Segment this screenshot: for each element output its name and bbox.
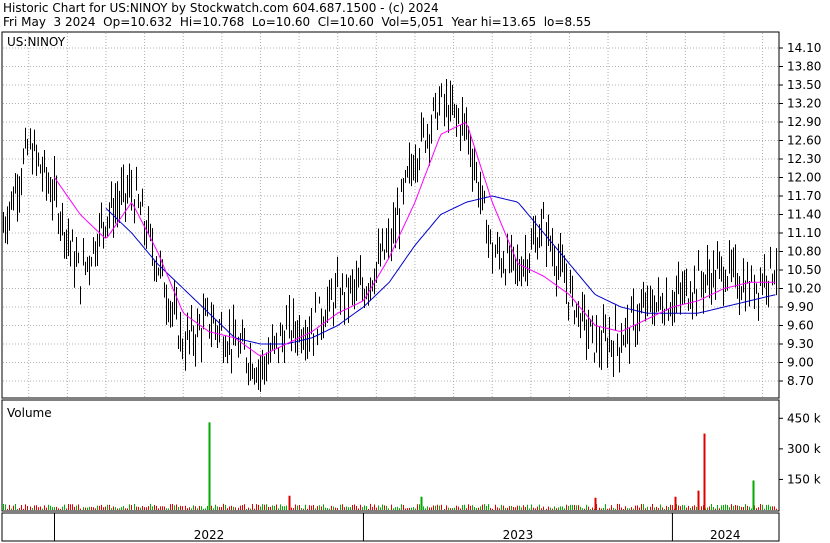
volume-tick-label: 150 k xyxy=(787,472,821,486)
stock-chart: 14.10 13.80 13.50 13.20 12.90 12.60 12.30 12.00… xyxy=(1,31,821,542)
price-tick-label: 10.20 xyxy=(787,282,821,296)
price-axis: 14.10 13.80 13.50 13.20 12.90 12.60 12.30 12.00… xyxy=(779,41,821,388)
price-tick-label: 11.10 xyxy=(787,226,821,240)
price-tick-label: 13.80 xyxy=(787,60,821,74)
price-tick-label: 8.70 xyxy=(787,374,814,388)
price-tick-label: 11.70 xyxy=(787,189,821,203)
volume-tick-label: 450 k xyxy=(787,411,821,425)
price-tick-label: 12.90 xyxy=(787,115,821,129)
price-tick-label: 10.80 xyxy=(787,245,821,259)
price-tick-label: 12.60 xyxy=(787,134,821,148)
price-tick-label: 12.30 xyxy=(787,152,821,166)
time-axis-frame xyxy=(1,512,780,542)
symbol-label: US:NINOY xyxy=(7,35,66,49)
price-tick-label: 13.20 xyxy=(787,97,821,111)
price-panel: 14.10 13.80 13.50 13.20 12.90 12.60 12.30 12.00… xyxy=(1,31,821,399)
volume-panel: 450 k 300 k 150 k Volume xyxy=(1,399,821,512)
price-tick-label: 9.90 xyxy=(787,300,814,314)
price-tick-label: 10.50 xyxy=(787,263,821,277)
volume-label: Volume xyxy=(7,406,52,420)
volume-panel-frame xyxy=(1,399,780,512)
price-tick-label: 9.60 xyxy=(787,319,814,333)
year-label: 2024 xyxy=(710,528,741,542)
price-tick-label: 12.00 xyxy=(787,171,821,185)
volume-tick-label: 300 k xyxy=(787,442,821,456)
price-tick-label: 13.50 xyxy=(787,78,821,92)
price-tick-label: 14.10 xyxy=(787,41,821,55)
year-label: 2023 xyxy=(503,528,534,542)
volume-axis: 450 k 300 k 150 k xyxy=(779,411,821,486)
price-tick-label: 9.30 xyxy=(787,337,814,351)
time-axis: 2022 2023 2024 xyxy=(1,512,780,542)
year-label: 2022 xyxy=(194,528,225,542)
price-tick-label: 11.40 xyxy=(787,208,821,222)
price-tick-label: 9.00 xyxy=(787,356,814,370)
